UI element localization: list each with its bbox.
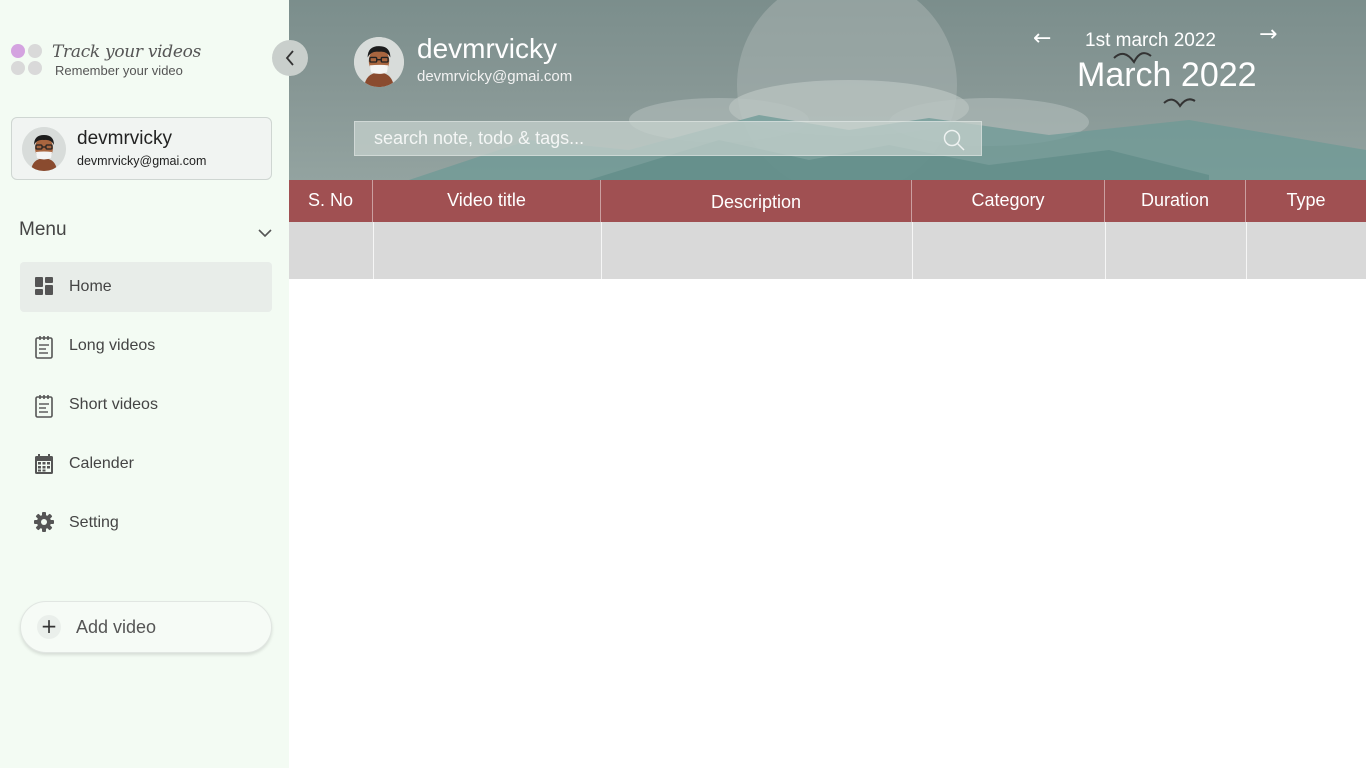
chevron-down-icon[interactable] <box>258 223 272 242</box>
search-bar <box>354 121 982 156</box>
column-header-category: Category <box>912 180 1105 222</box>
header-user-email: devmrvicky@gmai.com <box>417 68 573 85</box>
table-cell <box>1247 222 1366 279</box>
collapse-sidebar-button[interactable] <box>272 40 308 76</box>
sidebar-item-setting[interactable]: Setting <box>20 498 272 548</box>
chevron-left-icon <box>285 50 294 66</box>
column-header-duration: Duration <box>1105 180 1246 222</box>
search-icon[interactable] <box>943 129 965 155</box>
sidebar-item-label: Calender <box>69 455 134 472</box>
table-row[interactable] <box>289 222 1366 279</box>
sidebar-item-short-videos[interactable]: Short videos <box>20 380 272 430</box>
table-cell <box>913 222 1106 279</box>
prev-date-arrow-icon[interactable]: ← <box>1033 26 1051 51</box>
app-logo: Track your videos Remember your video <box>11 42 211 82</box>
dashboard-icon <box>34 276 54 298</box>
column-header-type: Type <box>1286 190 1326 210</box>
column-header-sno: S. No <box>289 180 373 222</box>
logo-dots-icon <box>11 44 43 76</box>
menu-label: Menu <box>19 219 67 240</box>
current-date: 1st march 2022 <box>1085 30 1216 51</box>
header-user-name: devmrvicky <box>417 33 558 64</box>
menu-header[interactable]: Menu <box>19 219 272 245</box>
calendar-icon <box>34 453 54 475</box>
logo-subtitle: Remember your video <box>55 63 183 78</box>
add-video-label: Add video <box>76 617 157 637</box>
sidebar-item-label: Setting <box>69 514 119 531</box>
profile-name: devmrvicky <box>77 128 173 149</box>
plus-icon: + <box>37 615 61 639</box>
videos-table: S. No Video title Description Category D… <box>289 180 1366 279</box>
column-header-video-title: Video title <box>373 180 601 222</box>
sidebar-item-calender[interactable]: Calender <box>20 439 272 489</box>
profile-email: devmrvicky@gmai.com <box>77 154 207 168</box>
notepad-icon <box>34 335 54 359</box>
gear-icon <box>34 512 54 534</box>
next-date-arrow-icon[interactable]: → <box>1259 22 1277 47</box>
sidebar-profile-card[interactable]: devmrvicky devmrvicky@gmai.com <box>11 117 272 180</box>
sidebar-item-label: Home <box>69 278 112 295</box>
add-video-button[interactable]: + Add video <box>20 601 272 653</box>
column-header-description: Description <box>601 180 912 222</box>
sidebar: Track your videos Remember your video de… <box>0 0 289 768</box>
table-cell <box>1106 222 1247 279</box>
logo-title: Track your videos <box>52 42 201 62</box>
sidebar-item-long-videos[interactable]: Long videos <box>20 321 272 371</box>
table-header-row: S. No Video title Description Category D… <box>289 180 1366 222</box>
search-input[interactable] <box>355 122 935 155</box>
sidebar-item-label: Long videos <box>69 337 156 354</box>
avatar <box>354 37 404 87</box>
notepad-icon <box>34 394 54 418</box>
sidebar-item-home[interactable]: Home <box>20 262 272 312</box>
table-cell <box>374 222 602 279</box>
avatar <box>22 127 66 171</box>
sidebar-item-label: Short videos <box>69 396 158 413</box>
table-cell <box>602 222 913 279</box>
header-banner: devmrvicky devmrvicky@gmai.com ← 1st mar… <box>289 0 1366 180</box>
table-cell <box>289 222 374 279</box>
current-month: March 2022 <box>1077 56 1257 94</box>
